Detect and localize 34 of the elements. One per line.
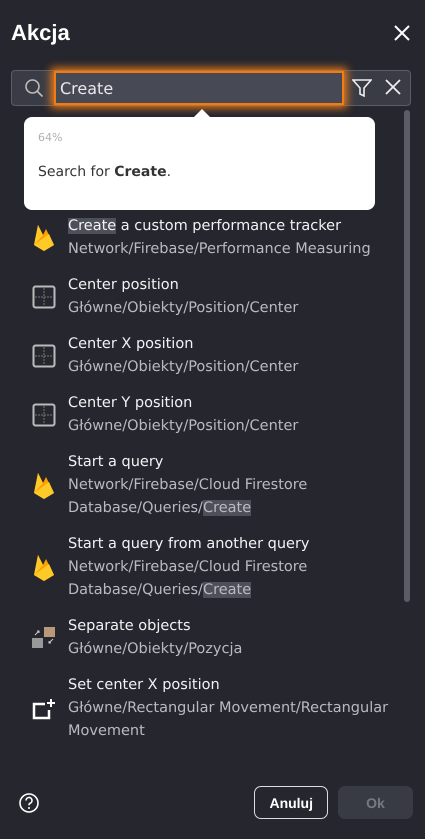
- result-title[interactable]: Center Y position: [68, 392, 298, 415]
- flame-icon: [33, 470, 55, 500]
- result-title[interactable]: Create a custom performance tracker: [68, 215, 371, 238]
- result-title[interactable]: Set center X position: [68, 674, 395, 697]
- close-icon[interactable]: [393, 24, 411, 42]
- result-path: Główne/Obiekty/Pozycja: [68, 640, 242, 659]
- grid-icon: [32, 403, 56, 427]
- match-percent: 64%: [38, 131, 64, 144]
- grid-icon: [32, 344, 56, 368]
- scrollbar[interactable]: [404, 110, 410, 602]
- dialog-title: Akcja: [11, 20, 70, 46]
- result-path: Network/Firebase/Performance Measuring: [68, 240, 371, 259]
- tooltip-message: Search for Create.: [38, 164, 172, 180]
- result-path: Główne/Rectangular Movement/Rectangular Movement: [68, 699, 390, 741]
- separate-objects-icon: [31, 625, 57, 651]
- result-path: Główne/Obiekty/Position/Center: [68, 417, 298, 436]
- result-title[interactable]: Start a query: [68, 451, 395, 474]
- help-icon[interactable]: [18, 792, 40, 814]
- result-title[interactable]: Separate objects: [68, 615, 242, 638]
- filter-icon[interactable]: [352, 78, 372, 98]
- result-title[interactable]: Center position: [68, 274, 298, 297]
- result-path: Główne/Obiekty/Position/Center: [68, 299, 298, 318]
- flame-icon: [33, 552, 55, 582]
- flame-icon: [33, 223, 55, 253]
- result-path: Główne/Obiekty/Position/Center: [68, 358, 298, 377]
- cancel-button[interactable]: Anuluj: [254, 786, 328, 819]
- add-frame-icon: [32, 698, 56, 720]
- result-path: Network/Firebase/Cloud Firestore Database/Queries/Create: [68, 476, 308, 518]
- result-title[interactable]: Start a query from another query: [68, 533, 395, 556]
- search-icon: [24, 78, 44, 98]
- result-path: Network/Firebase/Cloud Firestore Database/Queries/Create: [68, 558, 308, 600]
- grid-icon: [32, 285, 56, 309]
- result-title[interactable]: Center X position: [68, 333, 298, 356]
- search-field[interactable]: Create: [54, 71, 344, 105]
